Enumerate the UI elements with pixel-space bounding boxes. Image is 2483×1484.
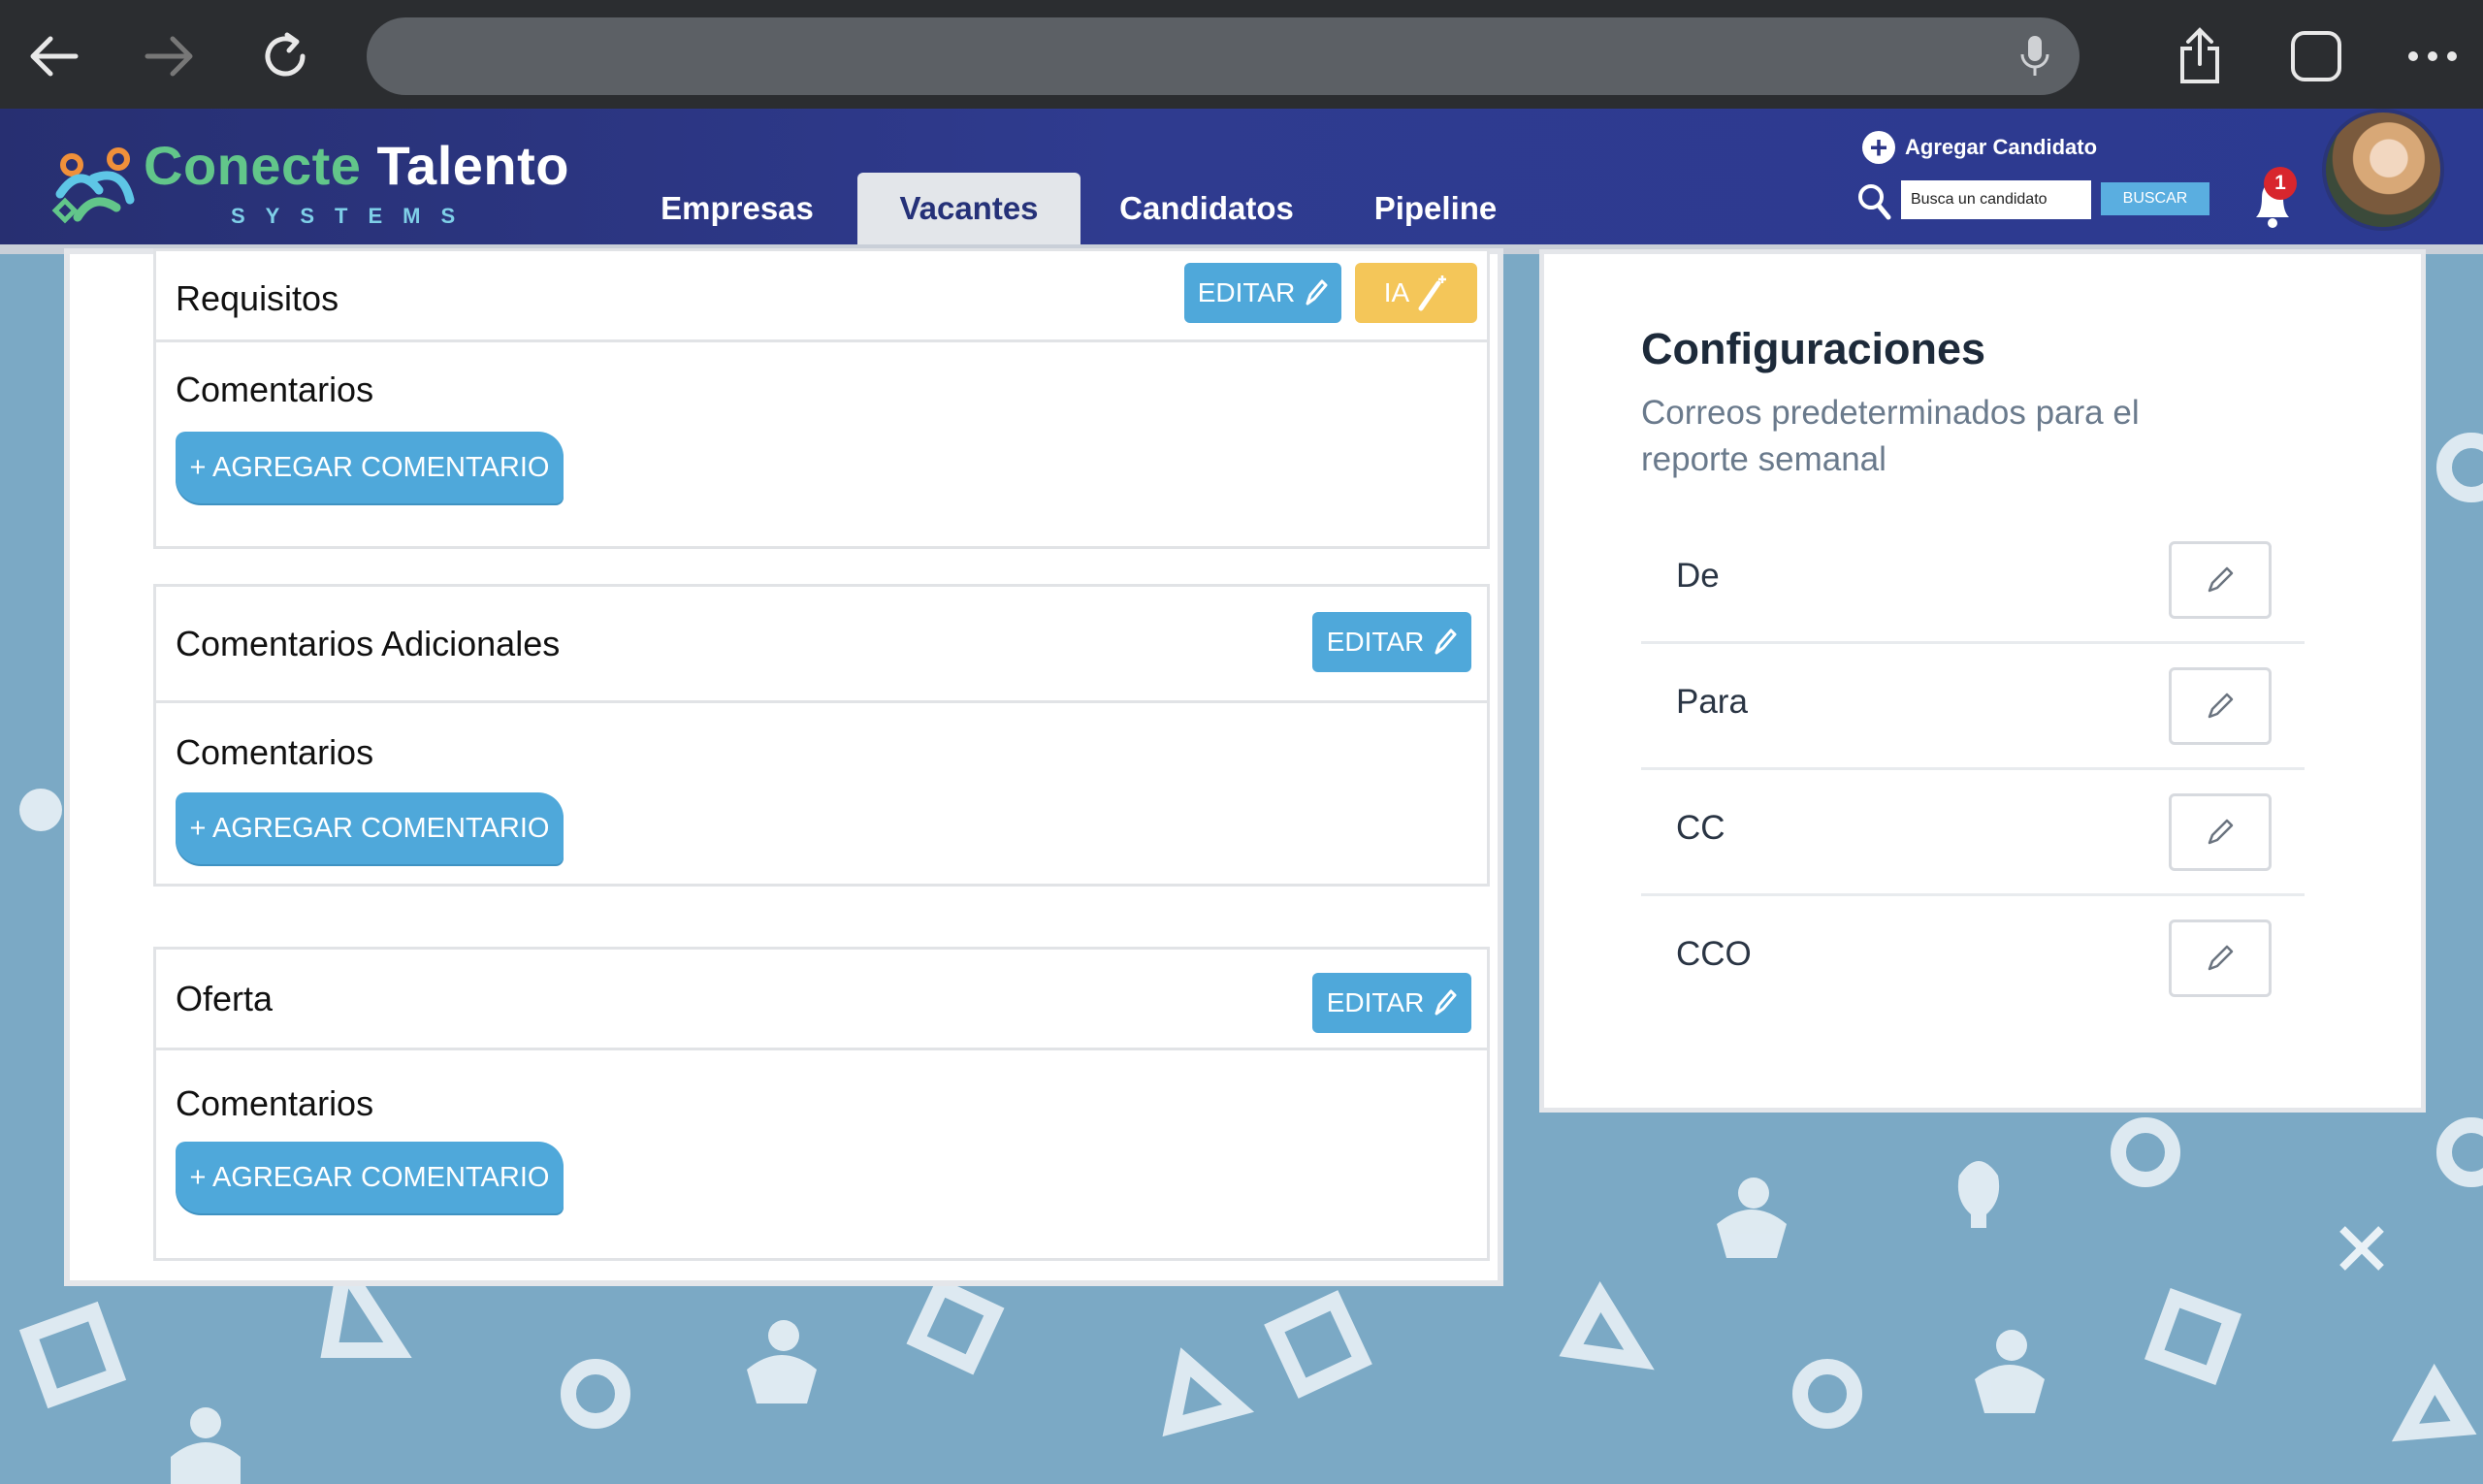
comments-heading: Comentarios <box>176 732 374 772</box>
config-row-label: De <box>1676 557 1720 595</box>
pencil-icon <box>2208 693 2234 719</box>
pencil-icon <box>1306 279 1328 306</box>
section-comentarios-adicionales: Comentarios Adicionales EDITAR Comentari… <box>153 584 1490 887</box>
microphone-icon[interactable] <box>2004 25 2066 87</box>
logo-text: Conecte Talento <box>144 135 569 196</box>
config-row-label: CC <box>1676 809 1725 847</box>
plus-circle-icon: + <box>1862 131 1895 164</box>
edit-label: EDITAR <box>1197 277 1296 307</box>
config-row-para: Para <box>1641 644 2305 770</box>
search-icon[interactable] <box>1856 182 1891 221</box>
config-title: Configuraciones <box>1641 324 1986 373</box>
edit-button[interactable]: EDITAR <box>1184 263 1341 323</box>
logo-subtitle: SYSTEMS <box>231 204 476 228</box>
magic-wand-icon <box>1418 275 1447 311</box>
add-candidate-button[interactable]: + Agregar Candidato <box>1862 128 2097 167</box>
tabs-icon[interactable] <box>2285 25 2347 87</box>
section-title: Comentarios Adicionales <box>176 624 561 663</box>
tab-candidatos[interactable]: Candidatos <box>1102 173 1311 244</box>
pencil-icon <box>2208 566 2234 593</box>
search-button[interactable]: BUSCAR <box>2101 182 2209 215</box>
add-comment-button[interactable]: + AGREGAR COMENTARIO <box>176 432 564 503</box>
edit-button[interactable]: EDITAR <box>1312 612 1471 672</box>
config-row-label: Para <box>1676 683 1748 721</box>
browser-toolbar <box>0 0 2483 109</box>
vacancy-detail-panel: Requisitos EDITAR IA Comentarios + AGREG… <box>70 248 1498 1280</box>
section-header: Requisitos EDITAR IA <box>156 251 1487 342</box>
add-comment-button[interactable]: + AGREGAR COMENTARIO <box>176 1142 564 1213</box>
pencil-icon <box>2208 945 2234 971</box>
edit-para-button[interactable] <box>2169 667 2272 745</box>
avatar[interactable] <box>2322 109 2444 231</box>
tab-vacantes[interactable]: Vacantes <box>857 173 1080 244</box>
edit-de-button[interactable] <box>2169 541 2272 619</box>
forward-arrow-icon[interactable] <box>138 25 200 87</box>
section-header: Oferta EDITAR <box>156 950 1487 1050</box>
config-row-cco: CCO <box>1641 896 2305 1022</box>
ai-button[interactable]: IA <box>1355 263 1477 323</box>
notification-badge: 1 <box>2264 167 2297 200</box>
share-icon[interactable] <box>2169 25 2231 87</box>
config-row-cc: CC <box>1641 770 2305 896</box>
section-title: Requisitos <box>176 278 339 318</box>
pencil-icon <box>1435 989 1457 1016</box>
more-icon[interactable] <box>2402 25 2464 87</box>
edit-cc-button[interactable] <box>2169 793 2272 871</box>
comments-heading: Comentarios <box>176 370 374 409</box>
tab-pipeline[interactable]: Pipeline <box>1354 173 1517 244</box>
address-bar[interactable] <box>367 17 2080 95</box>
logo[interactable]: Conecte Talento SYSTEMS <box>50 126 574 233</box>
config-row-label: CCO <box>1676 935 1752 973</box>
back-arrow-icon[interactable] <box>23 25 85 87</box>
section-title: Oferta <box>176 979 274 1018</box>
ai-label: IA <box>1383 277 1410 307</box>
comments-heading: Comentarios <box>176 1083 374 1123</box>
section-oferta: Oferta EDITAR Comentarios + AGREGAR COME… <box>153 947 1490 1261</box>
section-header: Comentarios Adicionales EDITAR <box>156 587 1487 703</box>
tab-empresas[interactable]: Empresas <box>640 173 834 244</box>
config-panel: Configuraciones Correos predeterminados … <box>1544 254 2421 1108</box>
pencil-icon <box>1435 629 1457 655</box>
edit-button[interactable]: EDITAR <box>1312 973 1471 1033</box>
candidate-search-input[interactable] <box>1901 180 2091 219</box>
add-comment-button[interactable]: + AGREGAR COMENTARIO <box>176 792 564 864</box>
app-header: Conecte Talento SYSTEMS Empresas Vacante… <box>0 109 2483 244</box>
edit-label: EDITAR <box>1326 627 1425 657</box>
logo-mark-icon <box>51 147 135 224</box>
add-candidate-label: Agregar Candidato <box>1905 135 2098 159</box>
config-subtitle: Correos predeterminados para el reporte … <box>1641 394 2140 478</box>
pencil-icon <box>2208 819 2234 845</box>
edit-cco-button[interactable] <box>2169 919 2272 997</box>
section-requisitos: Requisitos EDITAR IA Comentarios + AGREG… <box>153 248 1490 549</box>
edit-label: EDITAR <box>1326 987 1425 1017</box>
config-row-de: De <box>1641 518 2305 644</box>
reload-icon[interactable] <box>254 25 316 87</box>
